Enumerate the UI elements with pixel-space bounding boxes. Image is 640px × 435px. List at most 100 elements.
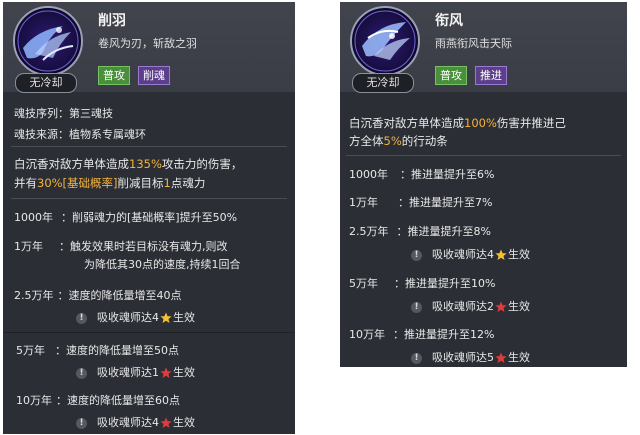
desc-highlight: 1 xyxy=(163,176,171,190)
requirement-text: 吸收魂师达4 xyxy=(97,416,159,429)
warning-icon: ! xyxy=(76,417,87,429)
upgrade-year: 1000年 xyxy=(14,211,53,224)
upgrade-text: ：推进量提升至6% xyxy=(400,168,495,181)
skill-subtitle: 卷风为刃，斩敌之羽 xyxy=(98,37,197,50)
red-star-icon xyxy=(495,352,507,363)
skill-description-line1: 白沉香对敌方单体造成100%伤害并推进己 xyxy=(349,115,566,131)
requirement-suffix: 生效 xyxy=(508,300,530,313)
warning-icon: ! xyxy=(411,249,422,261)
desc-highlight: 100% xyxy=(464,116,497,130)
source-value: 植物系专属魂环 xyxy=(69,128,146,141)
skill-card-xueyu: 无冷却 削羽 卷风为刃，斩敌之羽 普攻 削魂 魂技序列：第三魂技 魂技来源：植物… xyxy=(3,2,295,434)
requirement-text: 吸收魂师达4 xyxy=(432,248,494,261)
sequence-label: 魂技序列： xyxy=(14,107,69,120)
requirement-suffix: 生效 xyxy=(508,351,530,364)
upgrade-text: ：速度的降低量增至40点 xyxy=(57,289,182,302)
desc-highlight: 5% xyxy=(383,134,402,148)
upgrade-year: 1万年 xyxy=(349,196,378,209)
upgrade-25k: 2.5万年 ：推进量提升至8% xyxy=(349,223,491,239)
desc-text: 白沉香对敌方单体造成 xyxy=(14,157,129,171)
desc-text: 伤害并推进己 xyxy=(496,116,566,130)
upgrade-10k-line2: 为降低其30点的速度,持续1回合 xyxy=(84,258,241,271)
upgrade-year: 2.5万年 xyxy=(14,289,54,302)
warning-icon: ! xyxy=(76,312,87,324)
skill-title: 削羽 xyxy=(98,13,126,29)
upgrade-year: 1000年 xyxy=(349,168,388,181)
skill-wind-icon xyxy=(13,6,83,76)
tag-normal-attack: 普攻 xyxy=(98,66,130,85)
requirement-50k: ! 吸收魂师达2 生效 xyxy=(411,298,530,314)
upgrade-year: 1万年 xyxy=(14,240,43,253)
desc-text: 攻击力的伤害， xyxy=(161,157,243,171)
divider xyxy=(11,198,287,199)
skill-sequence: 魂技序列：第三魂技 xyxy=(14,105,113,121)
red-star-icon xyxy=(160,417,172,428)
requirement-text: 吸收魂师达5 xyxy=(432,351,494,364)
upgrade-1000: 1000年 ：削弱魂力的[基础概率]提升至50% xyxy=(14,209,237,225)
divider xyxy=(3,332,295,333)
upgrade-text: ：推进量提升至8% xyxy=(396,225,491,238)
cooldown-badge: 无冷却 xyxy=(352,73,414,93)
skill-title: 衔风 xyxy=(435,13,463,29)
desc-text: 方全体 xyxy=(349,134,384,148)
requirement-100k: ! 吸收魂师达5 生效 xyxy=(411,349,530,365)
skill-header: 无冷却 削羽 卷风为刃，斩敌之羽 普攻 削魂 xyxy=(3,2,295,93)
desc-text: 点魂力 xyxy=(170,176,206,190)
skill-description-line2: 并有30%[基础概率]削减目标1点魂力 xyxy=(14,175,205,191)
skill-description-line2: 方全体5%的行动条 xyxy=(349,133,448,149)
gold-star-icon xyxy=(495,249,507,260)
upgrade-10k: 1万年 ：推进量提升至7% xyxy=(349,194,492,210)
upgrade-year: 10万年 xyxy=(349,328,385,341)
tag-advance: 推进 xyxy=(475,66,507,85)
desc-text: 削减目标 xyxy=(117,176,164,190)
skill-card-xianfeng: 无冷却 衔风 雨燕衔风击天际 普攻 推进 白沉香对敌方单体造成100%伤害并推进… xyxy=(340,2,627,367)
warning-icon: ! xyxy=(411,352,422,364)
requirement-text: 吸收魂师达4 xyxy=(97,311,159,324)
divider xyxy=(346,155,621,156)
requirement-100k: ! 吸收魂师达4 生效 xyxy=(76,414,195,430)
requirement-suffix: 生效 xyxy=(173,366,195,379)
divider xyxy=(11,146,287,147)
skill-description-line1: 白沉香对敌方单体造成135%攻击力的伤害， xyxy=(14,156,242,172)
upgrade-1000: 1000年 ：推进量提升至6% xyxy=(349,166,494,182)
requirement-text: 吸收魂师达2 xyxy=(432,300,494,313)
red-star-icon xyxy=(160,367,172,378)
tag-soul-drain: 削魂 xyxy=(138,66,170,85)
requirement-suffix: 生效 xyxy=(173,311,195,324)
desc-text: 并有 xyxy=(14,176,37,190)
upgrade-50k: 5万年 ：速度的降低量增至50点 xyxy=(16,342,179,358)
skill-source: 魂技来源：植物系专属魂环 xyxy=(14,126,146,142)
red-star-icon xyxy=(495,301,507,312)
upgrade-text: ：速度的降低量增至50点 xyxy=(55,344,179,357)
tag-normal-attack: 普攻 xyxy=(435,66,467,85)
upgrade-year: 10万年 xyxy=(16,394,52,407)
upgrade-year: 2.5万年 xyxy=(349,225,389,238)
upgrade-50k: 5万年 ：推进量提升至10% xyxy=(349,275,495,291)
desc-highlight: 30%[基础概率] xyxy=(37,176,118,190)
requirement-text: 吸收魂师达1 xyxy=(97,366,159,379)
warning-icon: ! xyxy=(411,301,422,313)
requirement-suffix: 生效 xyxy=(173,416,195,429)
warning-icon: ! xyxy=(76,367,87,379)
upgrade-text: ：削弱魂力的[基础概率]提升至50% xyxy=(61,211,238,224)
upgrade-100k: 10万年 ：速度的降低量增至60点 xyxy=(16,392,180,408)
requirement-suffix: 生效 xyxy=(508,248,530,261)
cooldown-badge: 无冷却 xyxy=(15,73,77,93)
requirement-25k: ! 吸收魂师达4 生效 xyxy=(76,309,195,325)
requirement-25k: ! 吸收魂师达4 生效 xyxy=(411,246,530,262)
desc-text: 的行动条 xyxy=(401,134,448,148)
desc-text: 白沉香对敌方单体造成 xyxy=(349,116,464,130)
upgrade-year: 5万年 xyxy=(16,344,45,357)
source-label: 魂技来源： xyxy=(14,128,69,141)
upgrade-year: 5万年 xyxy=(349,277,378,290)
upgrade-100k: 10万年 ：推进量提升至12% xyxy=(349,326,494,342)
upgrade-text: ：速度的降低量增至60点 xyxy=(56,394,180,407)
upgrade-text: ：推进量提升至12% xyxy=(393,328,495,341)
upgrade-text: ：触发效果时若目标没有魂力,则改 xyxy=(59,240,228,253)
skill-subtitle: 雨燕衔风击天际 xyxy=(435,37,512,50)
upgrade-text: ：推进量提升至10% xyxy=(394,277,496,290)
upgrade-10k: 1万年 ：触发效果时若目标没有魂力,则改 xyxy=(14,238,228,254)
gold-star-icon xyxy=(160,312,172,323)
desc-highlight: 135% xyxy=(129,157,162,171)
upgrade-text: ：推进量提升至7% xyxy=(398,196,493,209)
